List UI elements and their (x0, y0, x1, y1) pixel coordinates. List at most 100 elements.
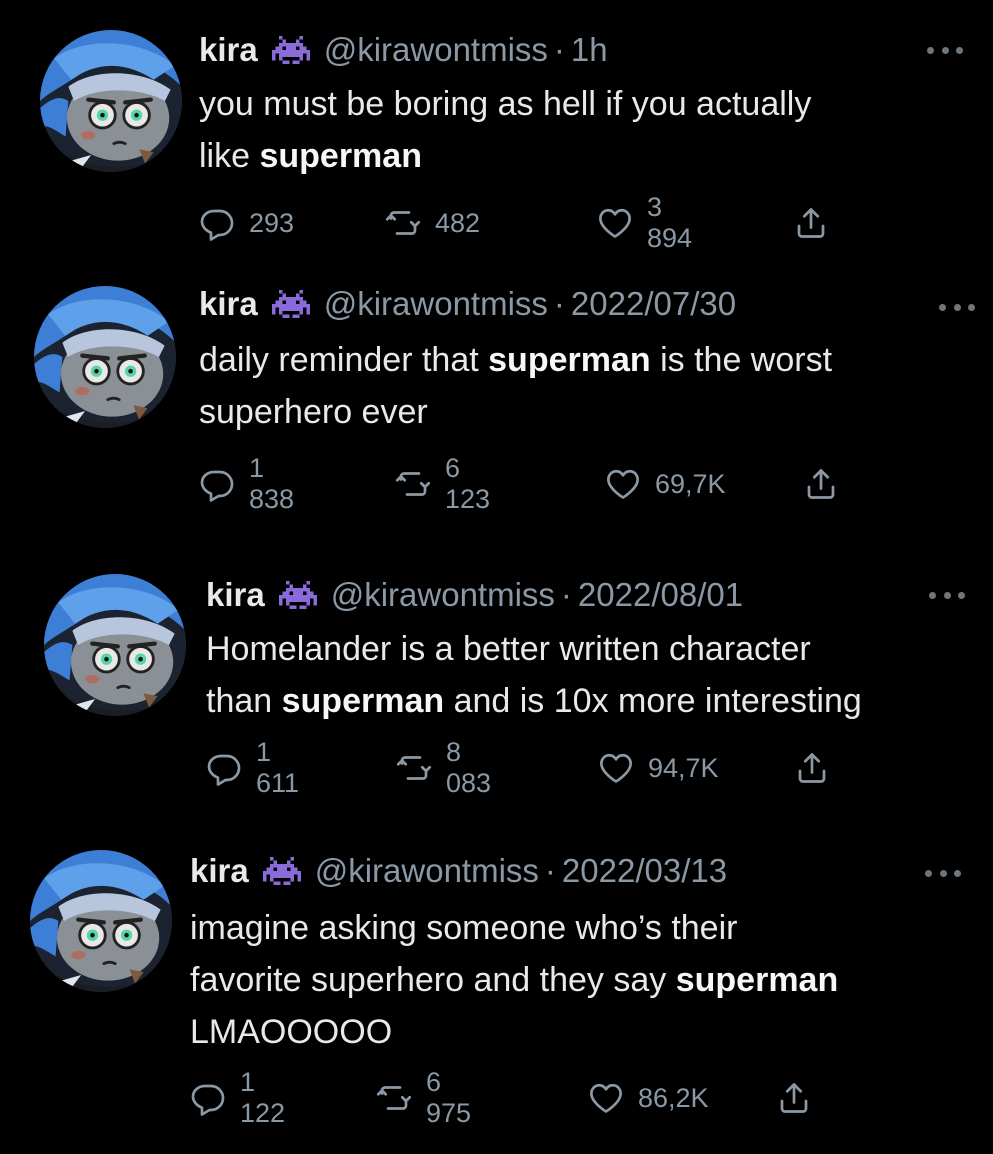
reply-icon (199, 466, 249, 502)
reply-count: 1 838 (249, 453, 295, 514)
tweet-text: imagine asking someone who’s their favori… (190, 902, 838, 1058)
like-count: 86,2K (638, 1082, 709, 1113)
text-segment: daily reminder that (199, 341, 489, 379)
alien-monster-icon (278, 580, 317, 610)
reply-icon (199, 205, 249, 241)
retweet-icon (376, 1080, 426, 1116)
like-button[interactable]: 69,7K (605, 462, 726, 506)
tweet-header: kira @kirawontmiss · 2022/03/13 (190, 849, 727, 893)
tweet-text-line: daily reminder that superman is the wors… (199, 334, 832, 386)
more-options-icon[interactable] (929, 588, 965, 602)
tweet-text-line: favorite superhero and they say superman (190, 954, 838, 1006)
bold-keyword: superman (675, 961, 839, 999)
alien-monster-icon (271, 289, 310, 319)
more-options-icon[interactable] (927, 43, 963, 57)
heart-icon (588, 1080, 638, 1116)
retweet-button[interactable]: 8 083 (396, 737, 491, 798)
display-name[interactable]: kira (199, 31, 258, 69)
reply-button[interactable]: 1 611 (206, 737, 299, 798)
reply-icon (190, 1080, 240, 1116)
reply-button[interactable]: 293 (199, 201, 294, 245)
user-handle[interactable]: @kirawontmiss (315, 852, 539, 890)
retweet-count: 6 123 (445, 453, 491, 514)
heart-icon (605, 466, 655, 502)
text-segment: you must be boring as hell if you actual… (199, 85, 812, 123)
retweet-icon (396, 750, 446, 786)
share-button[interactable] (776, 1076, 812, 1120)
share-button[interactable] (794, 746, 830, 790)
timestamp[interactable]: 2022/03/13 (562, 852, 727, 890)
tweet-text: you must be boring as hell if you actual… (199, 78, 811, 182)
display-name[interactable]: kira (199, 285, 258, 323)
separator-dot: · (553, 285, 565, 322)
text-segment: like (199, 137, 260, 175)
retweet-button[interactable]: 482 (385, 201, 480, 245)
text-segment: Homelander is a better written character (206, 630, 811, 668)
text-segment: superhero ever (199, 393, 428, 431)
separator-dot: · (560, 576, 572, 613)
reply-count: 1 611 (256, 737, 300, 798)
retweet-count: 482 (435, 207, 481, 238)
reply-icon (206, 750, 256, 786)
bold-keyword: superman (488, 341, 651, 379)
tweet-text: daily reminder that superman is the wors… (199, 334, 832, 438)
avatar[interactable] (40, 30, 182, 172)
avatar[interactable] (44, 574, 186, 716)
user-handle[interactable]: @kirawontmiss (324, 31, 548, 69)
retweet-count: 6 975 (426, 1067, 472, 1128)
display-name[interactable]: kira (190, 852, 249, 890)
user-handle[interactable]: @kirawontmiss (331, 576, 555, 614)
tweet-text-line: than superman and is 10x more interestin… (206, 675, 862, 727)
display-name[interactable]: kira (206, 576, 265, 614)
tweet-text: Homelander is a better written character… (206, 623, 862, 727)
heart-icon (597, 205, 647, 241)
tweet-header: kira @kirawontmiss · 2022/08/01 (206, 573, 743, 617)
alien-monster-icon (262, 856, 301, 886)
text-segment: favorite superhero and they say (190, 961, 676, 999)
avatar[interactable] (30, 850, 172, 992)
more-options-icon[interactable] (939, 300, 975, 314)
share-icon (803, 466, 839, 502)
tweet[interactable]: kira @kirawontmiss · 1h you must be bori… (0, 0, 993, 290)
retweet-button[interactable]: 6 123 (395, 453, 490, 514)
tweet-text-line: superhero ever (199, 386, 832, 438)
tweet[interactable]: kira @kirawontmiss · 2022/03/13 imagine … (0, 830, 993, 1154)
share-icon (776, 1080, 812, 1116)
tweet[interactable]: kira @kirawontmiss · 2022/07/30 daily re… (0, 262, 993, 552)
separator-dot: · (544, 852, 556, 889)
reply-button[interactable]: 1 122 (190, 1067, 285, 1128)
like-button[interactable]: 3 894 (597, 192, 692, 253)
text-segment: and is 10x more interesting (444, 682, 862, 720)
timestamp[interactable]: 2022/07/30 (571, 285, 736, 323)
retweet-count: 8 083 (446, 737, 492, 798)
reply-count: 293 (249, 207, 295, 238)
user-handle[interactable]: @kirawontmiss (324, 285, 548, 323)
tweet[interactable]: kira @kirawontmiss · 2022/08/01 Homeland… (0, 552, 993, 842)
tweet-header: kira @kirawontmiss · 2022/07/30 (199, 282, 736, 326)
separator-dot: · (553, 31, 565, 68)
tweet-text-line: LMAOOOOO (190, 1006, 838, 1058)
timestamp[interactable]: 2022/08/01 (578, 576, 743, 614)
share-button[interactable] (793, 201, 829, 245)
like-button[interactable]: 94,7K (598, 746, 719, 790)
retweet-icon (385, 205, 435, 241)
tweet-text-line: you must be boring as hell if you actual… (199, 78, 811, 130)
retweet-button[interactable]: 6 975 (376, 1067, 471, 1128)
like-count: 69,7K (655, 468, 726, 499)
like-count: 94,7K (648, 752, 719, 783)
tweet-header: kira @kirawontmiss · 1h (199, 28, 608, 72)
avatar[interactable] (34, 286, 176, 428)
tweet-text-line: like superman (199, 130, 811, 182)
share-icon (794, 750, 830, 786)
reply-button[interactable]: 1 838 (199, 453, 294, 514)
timestamp[interactable]: 1h (571, 31, 608, 69)
share-icon (793, 205, 829, 241)
text-segment: imagine asking someone who’s their (190, 909, 738, 947)
share-button[interactable] (803, 462, 839, 506)
retweet-icon (395, 466, 445, 502)
text-segment: LMAOOOOO (190, 1013, 393, 1051)
heart-icon (598, 750, 648, 786)
more-options-icon[interactable] (925, 866, 961, 880)
text-segment: than (206, 682, 282, 720)
like-button[interactable]: 86,2K (588, 1076, 709, 1120)
